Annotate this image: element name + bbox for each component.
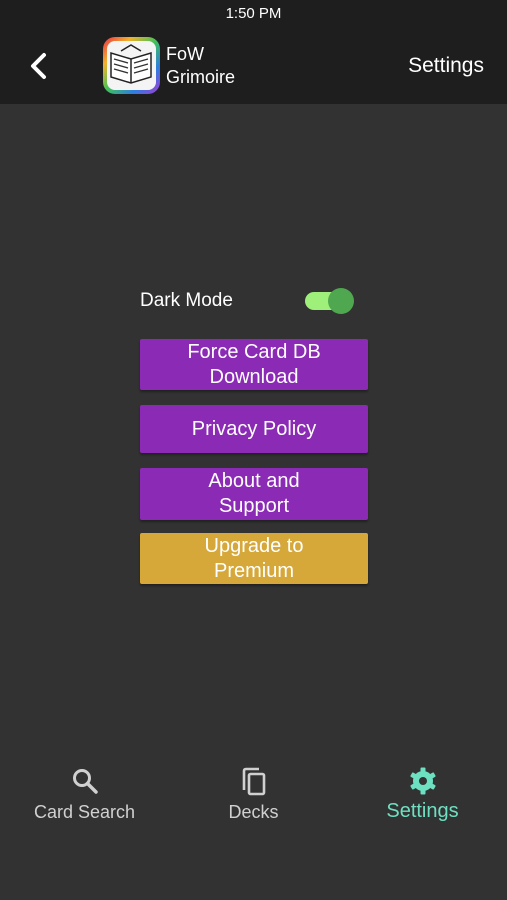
toggle-knob [328,288,354,314]
app-name-line2: Grimoire [166,67,236,87]
dark-mode-toggle[interactable] [305,288,355,314]
button-label-line2: Download [209,365,299,388]
button-label-line1: Force Card DB [187,340,321,363]
button-label-line2: Support [218,495,290,517]
tab-card-search[interactable]: Card Search [0,760,169,840]
button-label-line1: About and [208,470,300,492]
bottom-tab-bar: Card Search Decks Settings [0,760,507,840]
tab-label: Settings [386,800,459,822]
dark-mode-label: Dark Mode [140,290,233,311]
copy-icon [242,767,265,796]
open-book-logo [103,37,160,94]
top-bar: 1:50 PM FoW Grimoire Settings [0,0,507,104]
upgrade-to-premium-button[interactable]: Upgrade to Premium [140,533,368,584]
privacy-policy-button[interactable]: Privacy Policy [140,405,368,453]
force-card-db-download-button[interactable]: Force Card DB Download [140,339,368,390]
search-icon [72,769,98,794]
about-and-support-button[interactable]: About and Support [140,468,368,520]
tab-label: Decks [228,802,279,822]
chevron-left-icon [31,53,46,79]
tab-label: Card Search [33,802,136,822]
status-time: 1:50 PM [225,5,282,22]
back-button[interactable] [20,46,60,86]
page-title: Settings [408,54,484,77]
button-label-line1: Upgrade to [204,534,304,557]
settings-screen: 1:50 PM FoW Grimoire Settings Dark Mode … [0,0,507,900]
app-name: FoW Grimoire [166,43,235,89]
button-label: Privacy Policy [191,417,317,440]
tab-decks[interactable]: Decks [169,760,338,840]
gear-icon [409,767,436,795]
app-name-line1: FoW [166,44,204,64]
app-logo [103,37,160,94]
button-label-line2: Premium [213,559,294,582]
tab-settings[interactable]: Settings [338,760,507,840]
dark-mode-row: Dark Mode [140,286,356,316]
